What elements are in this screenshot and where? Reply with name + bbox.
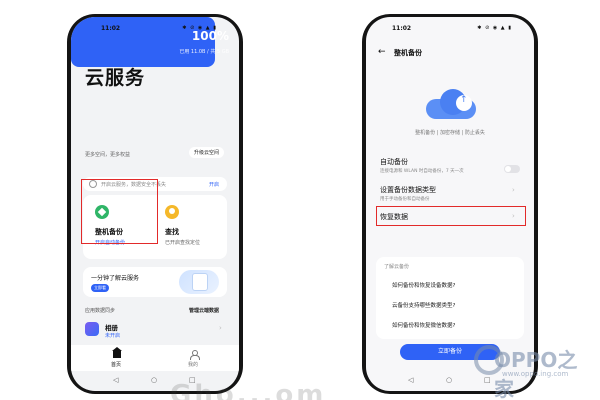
- storage-percent: 100%: [191, 29, 229, 43]
- back-arrow-icon[interactable]: ←: [378, 47, 386, 57]
- feature-find-sub: 已开启查找定位: [165, 240, 201, 246]
- faq-item[interactable]: 云备份支持哪些数据类型?: [392, 301, 455, 309]
- phone-left: 11:02 ✱ ⊘ ◉ ▲ ▮ 云服务 100% 已用 11.0B / 共 5 …: [67, 14, 243, 394]
- backup-types-sub: 用于手动备份和自动备份: [380, 197, 430, 202]
- watermark-url: www.oppo.ing.com: [502, 370, 569, 378]
- sync-section-title: 应用数据同步: [85, 308, 116, 314]
- faq-card: 了解云备份 如何备份和恢复设备数据? 云备份支持哪些数据类型? 如何备份和恢复微…: [376, 257, 524, 339]
- home-icon: [112, 347, 122, 358]
- full-backup-screen: 11:02 ✱ ⊘ ◉ ▲ ▮ ← 整机备份 整机备份 | 加密存储 | 防止丢…: [366, 17, 534, 391]
- phone-right: 11:02 ✱ ⊘ ◉ ▲ ▮ ← 整机备份 整机备份 | 加密存储 | 防止丢…: [362, 14, 538, 394]
- status-icons: ✱ ⊘ ◉ ▲ ▮: [477, 25, 512, 31]
- album-name: 相册: [105, 324, 118, 332]
- nav-back-button[interactable]: ◁: [408, 376, 413, 384]
- oppo-watermark: OPPO之家 www.oppo.ing.com: [474, 342, 588, 400]
- find-icon: [165, 205, 179, 219]
- status-bar: 11:02 ✱ ⊘ ◉ ▲ ▮: [366, 25, 534, 35]
- auto-backup-toggle[interactable]: [504, 165, 520, 173]
- bottom-watermark: Gho...om: [170, 380, 327, 400]
- status-time: 11:02: [392, 25, 412, 32]
- album-row[interactable]: 相册 未开启 ›: [83, 320, 227, 344]
- nav-back-button[interactable]: ◁: [113, 376, 118, 384]
- page-title: 云服务: [85, 67, 146, 89]
- promo-illustration: [179, 270, 219, 294]
- album-icon: [85, 322, 99, 336]
- backup-features-text: 整机备份 | 加密存储 | 防止丢失: [415, 130, 485, 136]
- faq-item[interactable]: 如何备份和恢复微信数据?: [392, 321, 455, 329]
- tab-me-label: 我的: [188, 362, 199, 368]
- page-title: 整机备份: [394, 49, 422, 57]
- auto-backup-sub: 连接电源和 WLAN 时自动备份，7 天一次: [380, 169, 464, 174]
- status-time: 11:02: [101, 25, 121, 32]
- nav-home-button[interactable]: ○: [151, 376, 157, 384]
- promo-text: 一分钟了解云服务: [91, 275, 140, 282]
- faq-item[interactable]: 如何备份和恢复设备数据?: [392, 281, 455, 289]
- cloud-upload-icon: [426, 87, 476, 119]
- highlight-box-backup: [81, 179, 158, 244]
- feature-find-name: 查找: [165, 228, 179, 236]
- highlight-box-restore: [376, 206, 526, 226]
- bottom-tab-bar: 首页 我的: [71, 345, 239, 371]
- chevron-right-icon: ›: [512, 186, 515, 194]
- upgrade-space-button[interactable]: 升级云空间: [189, 147, 225, 158]
- promo-card[interactable]: 一分钟了解云服务 立即看: [83, 267, 227, 297]
- nav-home-button[interactable]: ○: [446, 376, 452, 384]
- more-space-text: 更多空间，更多权益: [85, 152, 131, 158]
- tip-enable-link[interactable]: 开启: [209, 181, 219, 188]
- auto-backup-title: 自动备份: [380, 158, 408, 166]
- user-icon: [190, 350, 200, 360]
- chevron-right-icon: ›: [219, 324, 222, 332]
- album-status: 未开启: [105, 333, 121, 339]
- faq-title: 了解云备份: [384, 264, 410, 270]
- storage-used-text: 已用 11.0B / 共 5 GB: [179, 49, 229, 55]
- manage-cloud-data-link[interactable]: 管理云端数据: [189, 307, 219, 314]
- backup-types-title: 设置备份数据类型: [380, 186, 436, 194]
- tab-home-label: 首页: [111, 362, 122, 368]
- promo-badge[interactable]: 立即看: [91, 284, 109, 292]
